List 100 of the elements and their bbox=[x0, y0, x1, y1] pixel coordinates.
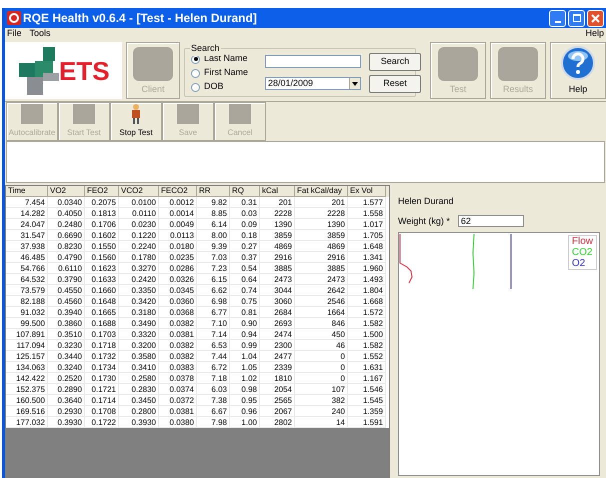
table-cell: 0.2520 bbox=[48, 373, 85, 384]
table-cell: 2916 bbox=[295, 252, 348, 263]
table-cell: 0.2480 bbox=[48, 219, 85, 230]
table-cell: 0.1648 bbox=[85, 296, 119, 307]
table-cell: 2802 bbox=[260, 417, 295, 428]
table-cell: 54.766 bbox=[6, 263, 48, 274]
table-cell: 1.668 bbox=[348, 296, 386, 307]
table-cell: 0.2890 bbox=[48, 384, 85, 395]
table-cell: 152.375 bbox=[6, 384, 48, 395]
table-cell: 3060 bbox=[260, 296, 295, 307]
table-cell: 0.1718 bbox=[85, 340, 119, 351]
table-cell: 14 bbox=[295, 417, 348, 428]
menu-item[interactable]: Help bbox=[585, 27, 604, 41]
table-cell: 0.3320 bbox=[119, 329, 159, 340]
table-cell: 7.14 bbox=[197, 329, 230, 340]
table-cell: 0.94 bbox=[230, 329, 260, 340]
date-dropdown[interactable]: 28/01/2009 bbox=[265, 77, 361, 90]
table-cell: 8.00 bbox=[197, 230, 230, 241]
radio-option[interactable]: Last Name bbox=[191, 53, 257, 65]
table-cell: 7.44 bbox=[197, 351, 230, 362]
radio-option[interactable]: DOB bbox=[191, 81, 257, 93]
table-cell: 0.3230 bbox=[48, 340, 85, 351]
grayed-icon bbox=[438, 46, 478, 80]
grayed-icon bbox=[133, 46, 173, 80]
table-cell: 0.4790 bbox=[48, 252, 85, 263]
table-cell: 2473 bbox=[260, 274, 295, 285]
table-cell: 0.1734 bbox=[85, 362, 119, 373]
table-cell: 0.4560 bbox=[48, 296, 85, 307]
table-cell: 3859 bbox=[260, 230, 295, 241]
weight-field[interactable]: 62 bbox=[458, 215, 524, 228]
table-cell: 1.552 bbox=[348, 351, 386, 362]
table-cell: 0.1730 bbox=[85, 373, 119, 384]
table-cell: 177.032 bbox=[6, 417, 48, 428]
logo-text: ETS bbox=[59, 58, 110, 84]
close-button[interactable] bbox=[587, 10, 604, 26]
window-title: RQE Health v0.6.4 - [Test - Helen Durand] bbox=[23, 10, 258, 27]
table-cell: 0.0014 bbox=[159, 208, 197, 219]
client-name: Helen Durand bbox=[398, 195, 455, 208]
table-cell: 0.8230 bbox=[48, 241, 85, 252]
table-cell: 99.500 bbox=[6, 318, 48, 329]
table-cell: 0.6110 bbox=[48, 263, 85, 274]
table-cell: 0.0360 bbox=[159, 296, 197, 307]
table-cell: 107.891 bbox=[6, 329, 48, 340]
table-cell: 6.14 bbox=[197, 219, 230, 230]
search-field[interactable] bbox=[265, 55, 361, 68]
table-cell: 7.23 bbox=[197, 263, 230, 274]
app-icon bbox=[7, 11, 21, 25]
table-cell: 0.1780 bbox=[119, 252, 159, 263]
table-cell: 0.3350 bbox=[119, 285, 159, 296]
toolbar-button[interactable]: Stop Test bbox=[110, 102, 162, 141]
table-cell: 0.0345 bbox=[159, 285, 197, 296]
table-cell: 2228 bbox=[295, 208, 348, 219]
table-cell: 0.0286 bbox=[159, 263, 197, 274]
table-cell: 6.77 bbox=[197, 307, 230, 318]
table-cell: 0.0382 bbox=[159, 318, 197, 329]
table-cell: 1.582 bbox=[348, 318, 386, 329]
table-cell: 0.0382 bbox=[159, 351, 197, 362]
table-cell: 6.67 bbox=[197, 406, 230, 417]
table-cell: 0.1722 bbox=[85, 417, 119, 428]
menu-item[interactable]: File bbox=[7, 27, 22, 41]
table-cell: 0.75 bbox=[230, 296, 260, 307]
table-cell: 7.18 bbox=[197, 373, 230, 384]
table-cell: 107 bbox=[295, 384, 348, 395]
table-cell: 125.157 bbox=[6, 351, 48, 362]
grayed-icon bbox=[229, 104, 251, 124]
table-cell: 0.3940 bbox=[48, 307, 85, 318]
search-button[interactable]: Search bbox=[369, 53, 421, 71]
table-cell: 1.493 bbox=[348, 274, 386, 285]
table-cell: 6.15 bbox=[197, 274, 230, 285]
menu-item[interactable]: Tools bbox=[30, 27, 51, 41]
table-cell: 0.1732 bbox=[85, 351, 119, 362]
search-button[interactable]: Reset bbox=[369, 75, 421, 93]
table-cell: 64.532 bbox=[6, 274, 48, 285]
close-icon bbox=[591, 14, 600, 22]
table-cell: 0.3580 bbox=[119, 351, 159, 362]
table-cell: 201 bbox=[260, 197, 295, 208]
table-cell: 73.579 bbox=[6, 285, 48, 296]
help-icon bbox=[561, 46, 595, 80]
table-cell: 7.03 bbox=[197, 252, 230, 263]
table-cell: 0.0368 bbox=[159, 307, 197, 318]
table-cell: 2300 bbox=[260, 340, 295, 351]
radio-option[interactable]: First Name bbox=[191, 67, 257, 79]
table-cell: 1.00 bbox=[230, 417, 260, 428]
table-cell: 134.063 bbox=[6, 362, 48, 373]
table-cell: 1.02 bbox=[230, 373, 260, 384]
table-cell: 0.95 bbox=[230, 395, 260, 406]
table-cell: 0.74 bbox=[230, 285, 260, 296]
maximize-button[interactable] bbox=[568, 10, 585, 26]
table-cell: 0.2075 bbox=[85, 197, 119, 208]
table-cell: 0.27 bbox=[230, 241, 260, 252]
table-cell: 0.3420 bbox=[119, 296, 159, 307]
flow-trace bbox=[400, 234, 413, 284]
toolbar-button[interactable]: Help bbox=[550, 42, 606, 99]
table-cell: 0.0049 bbox=[159, 219, 197, 230]
minimize-button[interactable] bbox=[549, 10, 566, 26]
table-cell: 382 bbox=[295, 395, 348, 406]
table-cell: 0 bbox=[295, 373, 348, 384]
table-cell: 7.38 bbox=[197, 395, 230, 406]
table-cell: 46 bbox=[295, 340, 348, 351]
table-cell: 0.98 bbox=[230, 384, 260, 395]
